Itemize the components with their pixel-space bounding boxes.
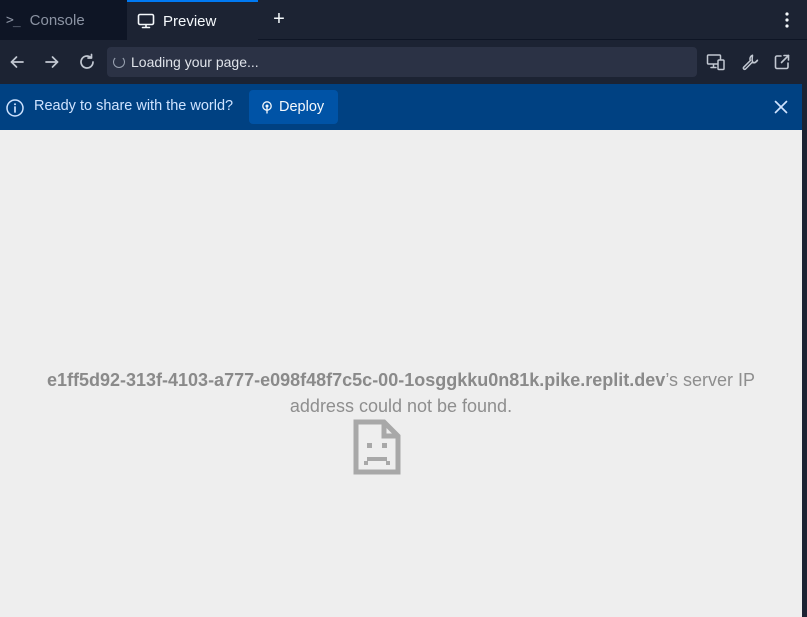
url-status-text: Loading your page... <box>131 54 259 70</box>
url-bar[interactable]: Loading your page... <box>107 47 697 77</box>
tab-console[interactable]: >_ Console <box>0 0 127 40</box>
info-icon <box>5 98 25 118</box>
error-message: e1ff5d92-313f-4103-a777-e098f48f7c5c-00-… <box>0 367 802 419</box>
devices-icon[interactable] <box>706 52 726 72</box>
deploy-banner: Ready to share with the world? Deploy <box>0 84 802 130</box>
pane-edge <box>802 84 807 617</box>
banner-message: Ready to share with the world? <box>34 98 234 114</box>
sad-document-icon <box>353 419 401 475</box>
close-icon[interactable] <box>774 100 788 114</box>
wrench-icon[interactable] <box>740 52 760 72</box>
error-line-1: e1ff5d92-313f-4103-a777-e098f48f7c5c-00-… <box>0 367 802 393</box>
monitor-icon <box>137 13 155 29</box>
tab-console-label: Console <box>29 11 85 29</box>
kebab-icon[interactable] <box>785 11 789 29</box>
preview-pane: >_ Console Preview + Loading your page..… <box>0 0 807 617</box>
tab-bar: >_ Console Preview + <box>0 0 807 40</box>
loading-spinner-icon <box>113 56 125 68</box>
error-host: e1ff5d92-313f-4103-a777-e098f48f7c5c-00-… <box>46 370 666 390</box>
arrow-left-icon[interactable] <box>7 52 27 72</box>
error-line-2: address could not be found. <box>289 396 513 416</box>
deploy-icon <box>261 100 273 114</box>
tab-preview[interactable]: Preview <box>127 0 258 40</box>
address-toolbar: Loading your page... <box>0 40 807 84</box>
terminal-icon: >_ <box>6 12 21 28</box>
arrow-right-icon[interactable] <box>42 52 62 72</box>
deploy-button[interactable]: Deploy <box>249 90 338 124</box>
error-line-1-suffix: ’s server IP <box>665 370 756 390</box>
reload-icon[interactable] <box>77 52 97 72</box>
plus-icon: + <box>273 8 285 30</box>
tab-preview-label: Preview <box>163 12 217 30</box>
deploy-button-label: Deploy <box>279 99 325 115</box>
external-link-icon[interactable] <box>772 52 792 72</box>
new-tab-button[interactable]: + <box>270 8 288 30</box>
